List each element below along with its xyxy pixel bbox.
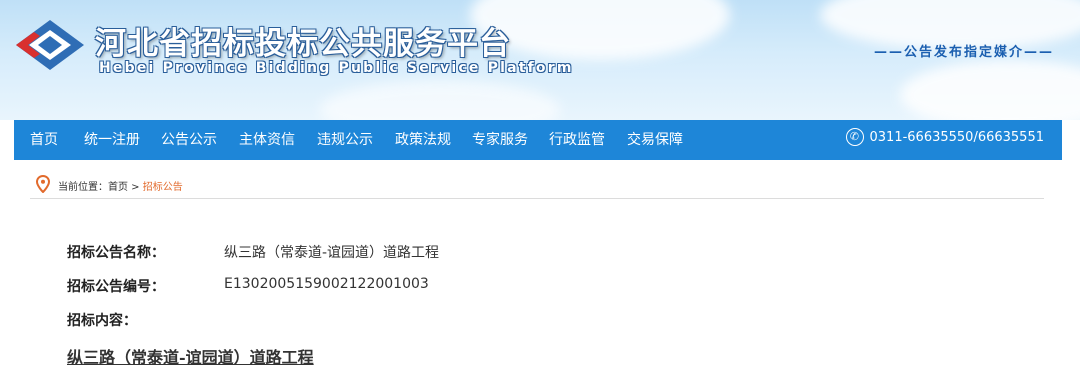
project-content-link[interactable]: 纵三路（常泰道-谊园道）道路工程 [67,344,314,368]
notice-code-row: 招标公告编号： [67,276,165,296]
notice-name-label: 招标公告名称： [67,245,165,261]
notice-code-label: 招标公告编号： [67,279,165,295]
cloud-decoration [900,60,1080,120]
notice-name-value: 纵三路（常泰道-谊园道）道路工程 [224,245,440,261]
nav-item-policies[interactable]: 政策法规 [395,120,451,160]
nav-item-experts[interactable]: 专家服务 [472,120,528,160]
main-nav: 首页 统一注册 公告公示 主体资信 违规公示 政策法规 专家服务 行政监管 交易… [14,120,1062,160]
nav-item-supervision[interactable]: 行政监管 [549,120,605,160]
breadcrumb-separator: > [128,182,143,193]
breadcrumb: 当前位置：首页 > 招标公告 [30,172,1044,199]
phone-number: 0311-66635550/66635551 [869,130,1045,145]
nav-item-guarantee[interactable]: 交易保障 [627,120,683,160]
breadcrumb-home-link[interactable]: 首页 [108,182,128,193]
contact-phone: ✆ 0311-66635550/66635551 [845,120,1045,160]
site-title: 河北省招标投标公共服务平台 [95,26,511,62]
nav-item-credit[interactable]: 主体资信 [239,120,295,160]
site-subtitle: Hebei Province Bidding Public Service Pl… [99,60,574,76]
notice-content-row: 招标内容： [67,310,137,330]
notice-code-value: E1302005159002122001003 [224,276,429,292]
location-pin-icon [36,175,50,193]
site-header: 河北省招标投标公共服务平台 Hebei Province Bidding Pub… [0,0,1080,120]
nav-item-register[interactable]: 统一注册 [84,120,140,160]
header-slogan: ——公告发布指定媒介—— [873,45,1054,60]
nav-item-announcements[interactable]: 公告公示 [161,120,217,160]
platform-logo-icon[interactable] [14,18,86,72]
cloud-decoration [320,80,560,120]
notice-name-row: 招标公告名称： [67,242,165,262]
notice-content-label: 招标内容： [67,313,137,329]
nav-item-home[interactable]: 首页 [30,120,58,160]
breadcrumb-prefix: 当前位置： [58,182,108,193]
nav-item-violations[interactable]: 违规公示 [317,120,373,160]
breadcrumb-trail: 当前位置：首页 > 招标公告 [58,178,183,193]
phone-icon: ✆ [845,127,864,146]
breadcrumb-current[interactable]: 招标公告 [143,182,183,193]
